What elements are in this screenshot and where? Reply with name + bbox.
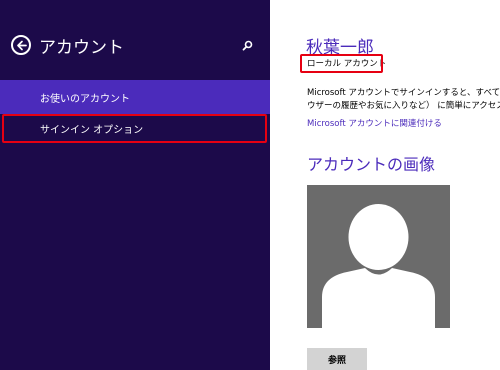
search-icon[interactable] — [242, 40, 253, 51]
sidebar-item-sign-in-options[interactable]: サインイン オプション — [0, 114, 270, 143]
description-line-2: ウザーの履歴やお気に入りなど） に簡単にアクセスで — [307, 101, 500, 111]
description-line-1: Microsoft アカウントでサインインすると、すべてのデ — [307, 88, 500, 98]
sidebar-title: アカウント — [39, 38, 124, 58]
user-name: 秋葉一郎 — [306, 38, 374, 58]
account-picture-heading: アカウントの画像 — [307, 155, 436, 174]
back-arrow-icon — [16, 40, 27, 50]
link-microsoft-account[interactable]: Microsoft アカウントに関連付ける — [307, 117, 442, 129]
sidebar-item-your-account[interactable]: お使いのアカウント — [0, 80, 270, 114]
back-button[interactable] — [11, 35, 31, 55]
user-silhouette-icon — [322, 204, 435, 328]
browse-button[interactable]: 参照 — [307, 348, 367, 370]
sidebar: アカウント お使いのアカウント サインイン オプション — [0, 0, 270, 370]
sidebar-item-label: お使いのアカウント — [40, 93, 130, 105]
sidebar-item-label: サインイン オプション — [40, 125, 144, 136]
account-type-label: ローカル アカウント — [307, 59, 387, 69]
account-content: 秋葉一郎 ローカル アカウント Microsoft アカウントでサインインすると… — [270, 0, 500, 370]
account-picture — [307, 185, 450, 328]
